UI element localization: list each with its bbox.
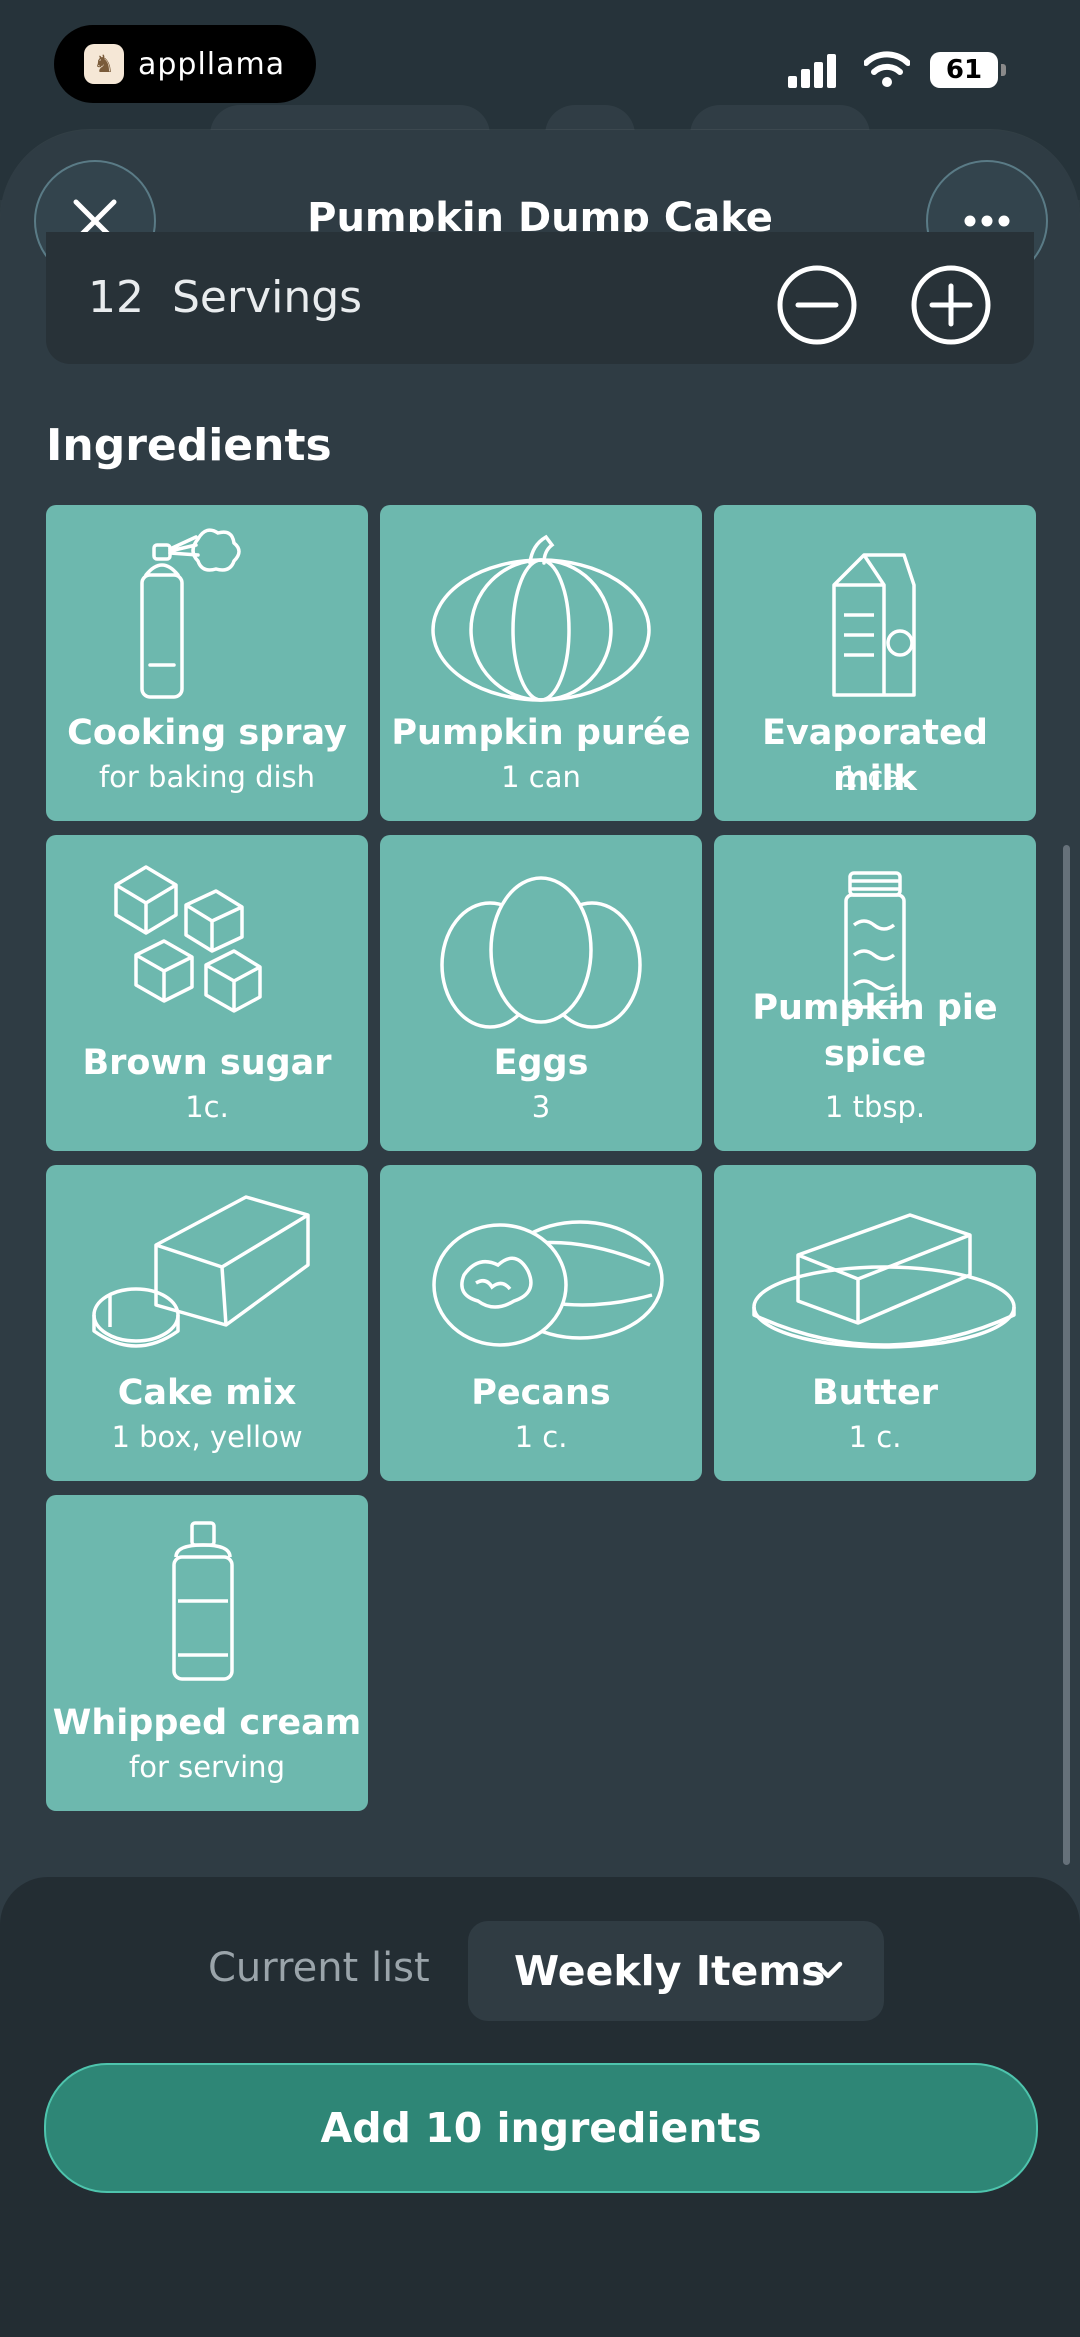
ingredient-name: Whipped cream (52, 1703, 362, 1743)
ingredient-name: Pecans (471, 1373, 611, 1413)
ingredients-heading: Ingredients (46, 420, 332, 471)
ingredient-tile[interactable]: Pumpkin pie spice 1 tbsp. (714, 835, 1036, 1151)
app-name: appllama (138, 46, 286, 82)
ingredient-name: Brown sugar (82, 1043, 332, 1083)
more-icon (964, 215, 1010, 227)
ingredient-qty: 1 c. (514, 1420, 568, 1454)
bottom-panel: Current list Weekly Items Add 10 ingredi… (0, 1877, 1080, 2337)
cake-loaf-icon (92, 1195, 310, 1348)
ingredient-qty: for serving (129, 1750, 285, 1784)
add-ingredients-button[interactable]: Add 10 ingredients (44, 2063, 1038, 2193)
ingredient-name: Pumpkin pie spice (752, 988, 998, 1074)
llama-logo-icon: ♞ (84, 44, 124, 84)
ingredient-tile[interactable]: Cake mix 1 box, yellow (46, 1165, 368, 1481)
ingredient-tile[interactable]: Cooking spray for baking dish (46, 505, 368, 821)
app-indicator[interactable]: ♞ appllama (54, 25, 316, 103)
ingredient-name: Cake mix (117, 1373, 297, 1413)
ingredient-tile[interactable]: Butter 1 c. (714, 1165, 1036, 1481)
servings-count: 12 (88, 272, 144, 323)
ingredient-qty: 1c. (185, 1090, 229, 1124)
ingredient-qty: 3 (531, 1090, 551, 1124)
ingredient-qty: 1 can (501, 760, 581, 794)
whipped-cream-can-icon (172, 1521, 234, 1681)
ingredient-tile[interactable]: Eggs 3 (380, 835, 702, 1151)
ingredient-qty: 1 box, yellow (111, 1420, 303, 1454)
cellular-signal-icon (788, 54, 836, 88)
ingredient-tile[interactable]: Pecans 1 c. (380, 1165, 702, 1481)
milk-carton-icon (832, 553, 916, 697)
ingredient-qty: 1 tbsp. (824, 1090, 926, 1124)
wifi-icon (864, 51, 910, 87)
list-select-dropdown[interactable]: Weekly Items (468, 1921, 884, 2021)
ingredient-tile[interactable]: Brown sugar 1c. (46, 835, 368, 1151)
ingredient-qty: 1 c. (848, 1420, 902, 1454)
current-list-label: Current list (208, 1945, 430, 1991)
ingredient-tile[interactable]: Whipped cream for serving (46, 1495, 368, 1811)
ingredient-qty: for baking dish (98, 760, 316, 794)
battery-level: 61 (930, 52, 998, 88)
servings-unit: Servings (171, 272, 363, 323)
servings-label: 12 Servings (88, 272, 362, 323)
ingredient-name: Pumpkin purée (391, 713, 691, 753)
list-select-value: Weekly Items (514, 1947, 826, 1995)
ingredient-name: Butter (811, 1373, 939, 1413)
butter-icon (752, 1213, 1016, 1349)
scrollbar[interactable] (1063, 845, 1070, 1865)
sugar-cubes-icon (114, 865, 262, 1013)
ingredient-qty: 1 ca. (839, 760, 911, 794)
spray-can-icon (140, 528, 241, 699)
pumpkin-icon (431, 534, 651, 702)
decrease-servings-button[interactable] (776, 264, 858, 346)
ingredient-tile[interactable]: Evaporated milk 1 ca. (714, 505, 1036, 821)
increase-servings-button[interactable] (910, 264, 992, 346)
chevron-down-icon (813, 1961, 843, 1979)
battery-indicator: 61 (930, 52, 1006, 88)
ingredient-name: Eggs (493, 1043, 589, 1083)
ingredient-name: Cooking spray (67, 713, 347, 753)
servings-control: 12 Servings (46, 232, 1034, 364)
ingredient-tile[interactable]: Pumpkin purée 1 can (380, 505, 702, 821)
pecans-icon (432, 1220, 664, 1347)
eggs-icon (440, 876, 642, 1029)
